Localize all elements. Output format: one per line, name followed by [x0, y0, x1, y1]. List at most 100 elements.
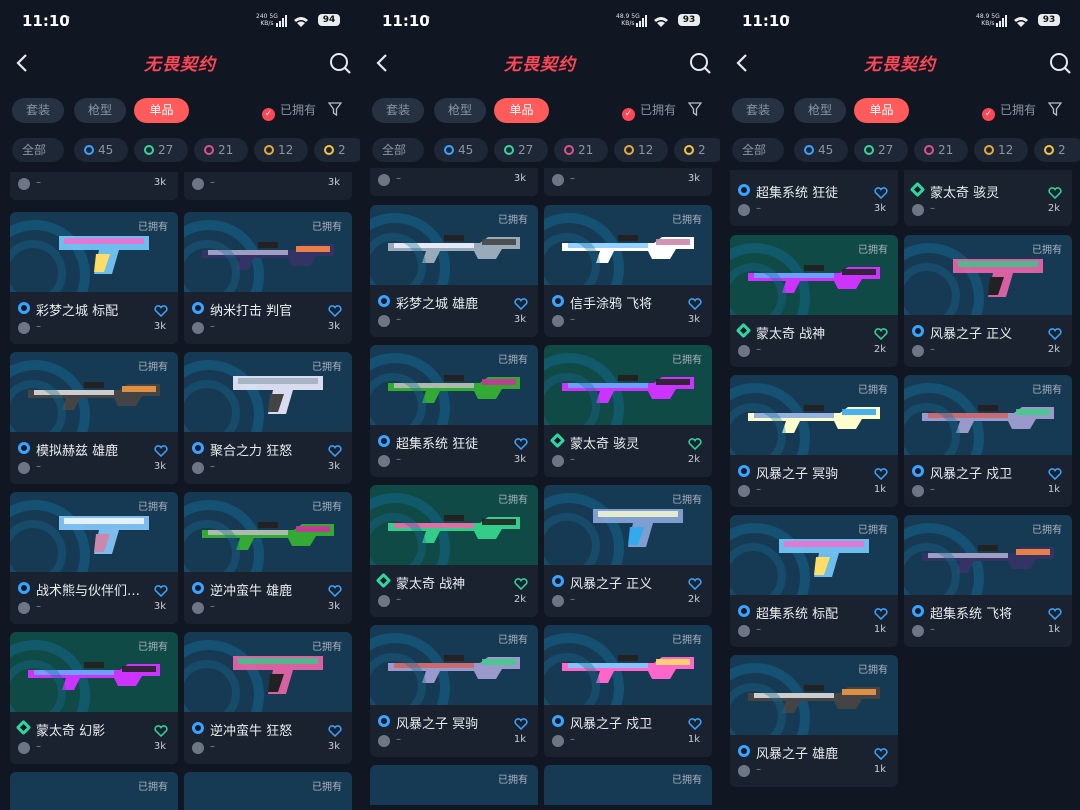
- list-item-partial[interactable]: –3k: [10, 172, 178, 200]
- weapon-card-partial[interactable]: 已拥有: [370, 765, 538, 805]
- weapon-card[interactable]: 超集系统 狂徒 – 3k: [730, 170, 898, 226]
- search-icon[interactable]: [1048, 51, 1072, 75]
- weapon-card[interactable]: 已拥有 风暴之子 戍卫 – 1k: [904, 375, 1072, 507]
- owned-filter[interactable]: ✓ 已拥有: [982, 101, 1036, 121]
- weapon-card[interactable]: 已拥有 风暴之子 正义 – 2k: [904, 235, 1072, 367]
- weapon-image: [28, 662, 160, 690]
- tab-single-items[interactable]: 单品: [854, 98, 909, 123]
- weapon-card[interactable]: 已拥有 逆冲蛮牛 雄鹿 – 3k: [184, 492, 352, 624]
- weapon-card[interactable]: 已拥有 信手涂鸦 飞将 – 3k: [544, 205, 712, 337]
- owned-filter[interactable]: ✓ 已拥有: [262, 101, 316, 121]
- favorite-heart-icon[interactable]: [154, 722, 168, 738]
- weapon-card[interactable]: 已拥有 彩梦之城 雄鹿 – 3k: [370, 205, 538, 337]
- expand-icon: [18, 742, 30, 754]
- filter-chip[interactable]: 45: [794, 138, 848, 162]
- filter-chip[interactable]: 2: [1034, 138, 1080, 162]
- filter-chip[interactable]: 45: [434, 138, 488, 162]
- weapon-card-partial[interactable]: 已拥有: [184, 772, 352, 810]
- filter-chip[interactable]: 27: [494, 138, 548, 162]
- weapon-card[interactable]: 已拥有 超集系统 狂徒 – 3k: [370, 345, 538, 477]
- list-item-partial[interactable]: –3k: [544, 168, 712, 196]
- favorite-heart-icon[interactable]: [688, 715, 702, 731]
- weapon-card[interactable]: 已拥有 蒙太奇 战神 – 2k: [370, 485, 538, 617]
- skin-name: 风暴之子 戍卫: [930, 467, 1013, 482]
- filter-chip[interactable]: 27: [134, 138, 188, 162]
- tab-bundles[interactable]: 套装: [12, 98, 64, 123]
- favorite-heart-icon[interactable]: [1048, 605, 1062, 621]
- filter-chip[interactable]: 2: [674, 138, 720, 162]
- weapon-card[interactable]: 已拥有 战术熊与伙伴们… – 3k: [10, 492, 178, 624]
- filter-chip[interactable]: 21: [914, 138, 968, 162]
- favorite-heart-icon[interactable]: [154, 302, 168, 318]
- weapon-card[interactable]: 已拥有 蒙太奇 战神 – 2k: [730, 235, 898, 367]
- weapon-card[interactable]: 已拥有 风暴之子 冥驹 – 1k: [370, 625, 538, 757]
- weapon-card-partial[interactable]: 已拥有: [544, 765, 712, 805]
- filter-chip[interactable]: 12: [974, 138, 1028, 162]
- weapon-card[interactable]: 已拥有 风暴之子 雄鹿 – 1k: [730, 655, 898, 787]
- favorite-heart-icon[interactable]: [328, 582, 342, 598]
- weapon-card[interactable]: 已拥有 超集系统 标配 – 1k: [730, 515, 898, 647]
- weapon-card[interactable]: 已拥有 蒙太奇 骇灵 – 2k: [544, 345, 712, 477]
- filter-chip[interactable]: 全部: [732, 138, 784, 162]
- tab-weapon-type[interactable]: 枪型: [74, 98, 126, 123]
- favorite-heart-icon[interactable]: [514, 435, 528, 451]
- tab-bundles[interactable]: 套装: [372, 98, 424, 123]
- weapon-card[interactable]: 已拥有 逆冲蛮牛 狂怒 – 3k: [184, 632, 352, 764]
- weapon-card[interactable]: 已拥有 模拟赫兹 雄鹿 – 3k: [10, 352, 178, 484]
- favorite-heart-icon[interactable]: [874, 465, 888, 481]
- signal-icon: [636, 15, 668, 27]
- favorite-heart-icon[interactable]: [688, 575, 702, 591]
- filter-chip[interactable]: 27: [854, 138, 908, 162]
- weapon-card[interactable]: 蒙太奇 骇灵 – 2k: [904, 170, 1072, 226]
- favorite-heart-icon[interactable]: [1048, 325, 1062, 341]
- filter-chip[interactable]: 45: [74, 138, 128, 162]
- list-item-partial[interactable]: –3k: [184, 172, 352, 200]
- weapon-card[interactable]: 已拥有 风暴之子 冥驹 – 1k: [730, 375, 898, 507]
- tab-weapon-type[interactable]: 枪型: [434, 98, 486, 123]
- owned-filter[interactable]: ✓ 已拥有: [622, 101, 676, 121]
- list-item-partial[interactable]: –3k: [370, 168, 538, 196]
- favorite-heart-icon[interactable]: [1048, 465, 1062, 481]
- favorite-heart-icon[interactable]: [328, 442, 342, 458]
- favorite-heart-icon[interactable]: [514, 295, 528, 311]
- favorite-heart-icon[interactable]: [328, 722, 342, 738]
- favorite-heart-icon[interactable]: [154, 582, 168, 598]
- filter-icon[interactable]: [688, 102, 702, 116]
- weapon-card[interactable]: 已拥有 风暴之子 戍卫 – 1k: [544, 625, 712, 757]
- search-icon[interactable]: [328, 51, 352, 75]
- search-icon[interactable]: [688, 51, 712, 75]
- filter-chip[interactable]: 2: [314, 138, 360, 162]
- weapon-card[interactable]: 已拥有 彩梦之城 标配 – 3k: [10, 212, 178, 344]
- filter-icon[interactable]: [1048, 102, 1062, 116]
- filter-chip[interactable]: 全部: [12, 138, 64, 162]
- weapon-card[interactable]: 已拥有 聚合之力 狂怒 – 3k: [184, 352, 352, 484]
- favorite-heart-icon[interactable]: [514, 715, 528, 731]
- favorite-heart-icon[interactable]: [874, 325, 888, 341]
- tab-single-items[interactable]: 单品: [494, 98, 549, 123]
- tab-bundles[interactable]: 套装: [732, 98, 784, 123]
- filter-chip[interactable]: 21: [554, 138, 608, 162]
- tab-single-items[interactable]: 单品: [134, 98, 189, 123]
- weapon-card[interactable]: 已拥有 超集系统 飞将 – 1k: [904, 515, 1072, 647]
- favorite-heart-icon[interactable]: [1048, 184, 1062, 200]
- favorite-heart-icon[interactable]: [688, 295, 702, 311]
- weapon-card[interactable]: 已拥有 纳米打击 判官 – 3k: [184, 212, 352, 344]
- favorite-heart-icon[interactable]: [874, 605, 888, 621]
- favorite-heart-icon[interactable]: [154, 442, 168, 458]
- favorite-heart-icon[interactable]: [688, 435, 702, 451]
- weapon-preview: 已拥有: [904, 515, 1072, 595]
- favorite-heart-icon[interactable]: [874, 745, 888, 761]
- filter-chip[interactable]: 12: [254, 138, 308, 162]
- battery-indicator: 93: [1038, 14, 1060, 26]
- favorite-heart-icon[interactable]: [874, 184, 888, 200]
- filter-chip[interactable]: 全部: [372, 138, 424, 162]
- filter-icon[interactable]: [328, 102, 342, 116]
- tab-weapon-type[interactable]: 枪型: [794, 98, 846, 123]
- filter-chip[interactable]: 12: [614, 138, 668, 162]
- weapon-card[interactable]: 已拥有 蒙太奇 幻影 – 3k: [10, 632, 178, 764]
- favorite-heart-icon[interactable]: [328, 302, 342, 318]
- favorite-heart-icon[interactable]: [514, 575, 528, 591]
- filter-chip[interactable]: 21: [194, 138, 248, 162]
- weapon-card[interactable]: 已拥有 风暴之子 正义 – 2k: [544, 485, 712, 617]
- weapon-card-partial[interactable]: 已拥有: [10, 772, 178, 810]
